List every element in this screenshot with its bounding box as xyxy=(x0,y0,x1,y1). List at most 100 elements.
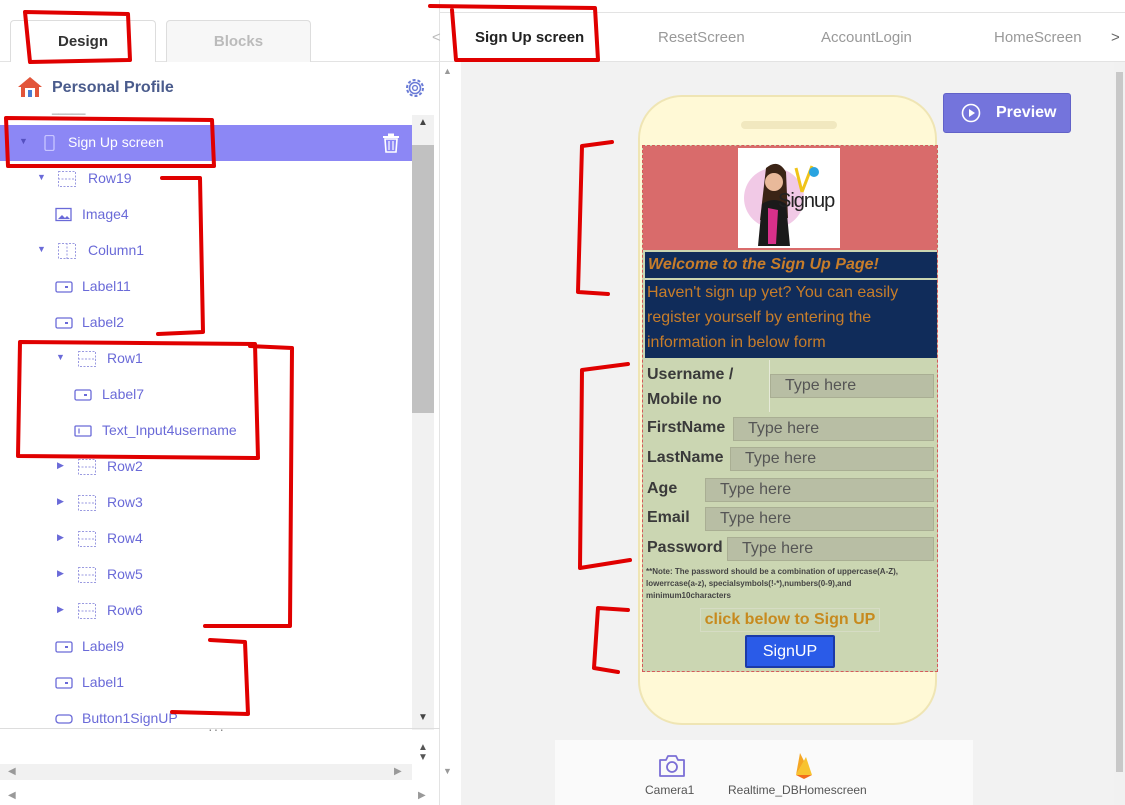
trash-icon[interactable] xyxy=(382,133,400,153)
text-input-icon xyxy=(74,425,92,437)
scroll-down-icon[interactable]: ▼ xyxy=(443,766,452,776)
label-icon xyxy=(55,281,73,293)
lastname-input[interactable]: Type here xyxy=(730,447,934,471)
drag-handle-icon[interactable]: ··· xyxy=(208,721,225,737)
caret-right-icon[interactable]: ▶ xyxy=(57,568,67,580)
firstname-row: FirstName Type here xyxy=(645,416,937,444)
gear-icon[interactable] xyxy=(404,77,426,99)
vertical-arrangement-icon xyxy=(58,243,76,259)
tree-item-row3[interactable]: ▶ Row3 xyxy=(0,485,412,521)
tree-item-label2[interactable]: Label2 xyxy=(0,305,412,341)
scroll-left-icon[interactable]: ◀ xyxy=(8,766,16,777)
caret-right-icon[interactable]: ▶ xyxy=(57,532,67,544)
tree-item-sign-up-screen[interactable]: ▼ Sign Up screen xyxy=(0,125,412,161)
tree-item-label: Row19 xyxy=(88,170,132,186)
tabs-next-icon[interactable]: > xyxy=(1111,29,1120,46)
tab-reset-screen[interactable]: ResetScreen xyxy=(658,29,745,46)
scroll-down-icon[interactable]: ▼ xyxy=(412,712,434,726)
screen-tabs: < Sign Up screen ResetScreen AccountLogi… xyxy=(432,12,1125,62)
email-input[interactable]: Type here xyxy=(705,507,934,531)
password-input[interactable]: Type here xyxy=(727,537,934,561)
scroll-down-icon[interactable]: ▼ xyxy=(418,752,428,763)
scroll-thumb[interactable] xyxy=(1116,72,1123,772)
tab-blocks[interactable]: Blocks xyxy=(166,20,311,62)
tree-item-row5[interactable]: ▶ Row5 xyxy=(0,557,412,593)
image-icon xyxy=(55,207,72,222)
intro-label[interactable]: Haven't sign up yet? You can easily regi… xyxy=(645,280,937,358)
tree-item-label7[interactable]: Label7 xyxy=(0,377,412,413)
component-tree: _____ ▼ Sign Up screen ▼ Row19 Image4 ▼ … xyxy=(0,107,412,727)
age-label[interactable]: Age xyxy=(647,480,677,498)
horizontal-scrollbar[interactable] xyxy=(0,764,412,780)
caret-down-icon[interactable]: ▼ xyxy=(56,352,66,364)
header-row[interactable]: Signup xyxy=(643,146,937,250)
tree-item-row19[interactable]: ▼ Row19 xyxy=(0,161,412,197)
username-label[interactable]: Username / Mobile no xyxy=(647,362,767,412)
tree-item-text-input4username[interactable]: Text_Input4username xyxy=(0,413,412,449)
sign-up-screen-preview: Signup Welcome to the Sign Up Page! Have… xyxy=(642,145,938,672)
non-visible-components: Camera1 Realtime_DBHomescreen xyxy=(555,740,973,805)
caret-down-icon[interactable]: ▼ xyxy=(37,244,47,256)
signup-image[interactable]: Signup xyxy=(738,148,840,248)
tabs-prev-icon[interactable]: < xyxy=(432,29,441,46)
tree-cut-off-text: _____ xyxy=(52,107,86,115)
project-header: Personal Profile xyxy=(0,70,440,106)
play-circle-icon xyxy=(961,103,981,123)
signup-button[interactable]: SignUP xyxy=(745,635,835,668)
tree-item-button1signup[interactable]: Button1SignUP xyxy=(0,701,412,727)
welcome-label[interactable]: Welcome to the Sign Up Page! xyxy=(645,252,937,278)
label-icon xyxy=(55,677,73,689)
tree-item-label: Label1 xyxy=(82,674,125,690)
scroll-up-icon[interactable]: ▲ xyxy=(443,66,452,76)
password-note-label[interactable]: **Note: The password should be a combina… xyxy=(646,566,936,602)
age-input[interactable]: Type here xyxy=(705,478,934,502)
canvas-vertical-scrollbar[interactable] xyxy=(440,62,461,805)
tree-item-row6[interactable]: ▶ Row6 xyxy=(0,593,412,629)
firstname-label[interactable]: FirstName xyxy=(647,419,725,437)
tree-item-label: Label9 xyxy=(82,638,125,654)
tab-home-screen[interactable]: HomeScreen xyxy=(994,29,1082,46)
horizontal-arrangement-icon xyxy=(78,495,96,511)
panel-tabs: Design Blocks xyxy=(0,12,440,62)
tree-item-label11[interactable]: Label11 xyxy=(0,269,412,305)
scroll-right-icon[interactable]: ▶ xyxy=(418,790,426,801)
tree-item-label: Row1 xyxy=(107,350,143,366)
email-label[interactable]: Email xyxy=(647,509,690,527)
scroll-left-icon[interactable]: ◀ xyxy=(8,790,16,801)
tree-item-row1[interactable]: ▼ Row1 xyxy=(0,341,412,377)
caret-down-icon[interactable]: ▼ xyxy=(19,136,29,148)
firstname-input[interactable]: Type here xyxy=(733,417,934,441)
caret-right-icon[interactable]: ▶ xyxy=(57,496,67,508)
tree-item-label: Image4 xyxy=(82,206,129,222)
tree-item-label: Button1SignUP xyxy=(82,710,178,726)
password-label[interactable]: Password xyxy=(647,539,723,557)
horizontal-arrangement-icon xyxy=(78,531,96,547)
panel-splitter[interactable]: ··· xyxy=(0,721,440,738)
horizontal-arrangement-icon xyxy=(78,351,96,367)
horizontal-arrangement-icon xyxy=(58,171,76,187)
tab-design[interactable]: Design xyxy=(10,20,156,62)
tree-item-row4[interactable]: ▶ Row4 xyxy=(0,521,412,557)
tree-item-column1[interactable]: ▼ Column1 xyxy=(0,233,412,269)
tree-item-image4[interactable]: Image4 xyxy=(0,197,412,233)
cta-label[interactable]: click below to Sign UP xyxy=(700,608,880,632)
tree-item-label1[interactable]: Label1 xyxy=(0,665,412,701)
properties-scroll-area: ▲ ▼ ◀ ▶ ◀ ▶ xyxy=(0,740,440,805)
caret-right-icon[interactable]: ▶ xyxy=(57,460,67,472)
tree-scrollbar[interactable]: ▲ ▼ xyxy=(412,115,434,730)
email-row: Email Type here xyxy=(645,506,937,534)
scroll-thumb[interactable] xyxy=(412,145,434,413)
lastname-label[interactable]: LastName xyxy=(647,449,723,467)
scroll-right-icon[interactable]: ▶ xyxy=(394,766,402,777)
tab-sign-up-screen[interactable]: Sign Up screen xyxy=(475,29,584,46)
tree-item-row2[interactable]: ▶ Row2 xyxy=(0,449,412,485)
canvas-scrollbar[interactable] xyxy=(1114,62,1125,805)
tab-account-login[interactable]: AccountLogin xyxy=(821,29,912,46)
tree-item-label9[interactable]: Label9 xyxy=(0,629,412,665)
caret-right-icon[interactable]: ▶ xyxy=(57,604,67,616)
tree-item-label: Row3 xyxy=(107,494,143,510)
preview-button[interactable]: Preview xyxy=(943,93,1071,133)
username-input[interactable]: Type here xyxy=(770,374,934,398)
scroll-up-icon[interactable]: ▲ xyxy=(412,117,434,131)
caret-down-icon[interactable]: ▼ xyxy=(37,172,47,184)
